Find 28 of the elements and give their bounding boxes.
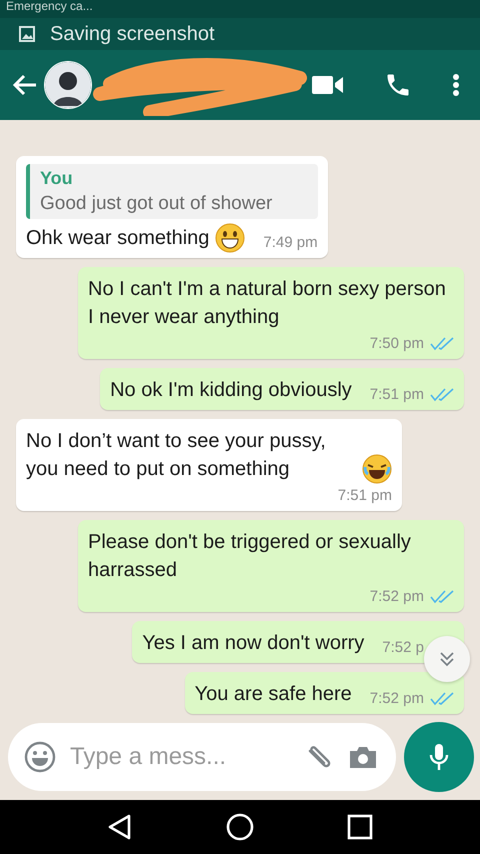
- message-text: No I can't I'm a natural born sexy person I never wear anything: [88, 277, 447, 330]
- message-input-field[interactable]: Type a mess...: [68, 742, 292, 772]
- message-text: You are safe here: [194, 682, 352, 707]
- message-bubble[interactable]: No I don’t want to see your pussy, you need to put on something 7:51 pm: [16, 419, 402, 511]
- message-bubble[interactable]: Please don't be triggered or sexually harrassed 7:52 pm: [78, 520, 464, 612]
- quote-text: Good just got out of shower: [40, 193, 274, 215]
- message-time: 7:52 pm: [370, 588, 424, 606]
- message-bubble[interactable]: No ok I'm kidding obviously 7:51 pm: [100, 368, 464, 410]
- message-bubble[interactable]: You are safe here 7:52 pm: [184, 672, 464, 714]
- carrier-name: Emergency ca...: [6, 0, 93, 13]
- message-bubble[interactable]: You Good just got out of shower Ohk wear something 7:49 pm: [16, 156, 328, 258]
- quote-author: You: [40, 168, 74, 189]
- message-text: Please don't be triggered or sexually harrassed: [88, 530, 412, 583]
- message-composer-field[interactable]: Type a mess...: [8, 723, 396, 791]
- notification-text: Saving screenshot: [50, 22, 215, 46]
- message-bubble[interactable]: No I can't I'm a natural born sexy person I never wear anything 7:50 pm: [78, 267, 464, 359]
- message-time: 7:50 pm: [370, 335, 424, 353]
- message-time: 7:51 pm: [338, 487, 392, 505]
- message-time: 7:49 pm: [263, 234, 318, 252]
- message-text: No ok I'm kidding obviously: [110, 378, 352, 403]
- message-text: Ohk wear something: [26, 226, 210, 251]
- message-time: 7:52 pm: [370, 690, 424, 708]
- message-text: Yes I am now don't worry: [142, 631, 364, 656]
- quoted-message[interactable]: You Good just got out of shower: [26, 164, 318, 219]
- message-bubble[interactable]: Yes I am now don't worry 7:52 p: [132, 621, 464, 663]
- message-time: 7:51 pm: [370, 386, 424, 404]
- message-text: No I don’t want to see your pussy, you need to put on something: [26, 429, 327, 482]
- message-time: 7:52 p: [382, 639, 424, 657]
